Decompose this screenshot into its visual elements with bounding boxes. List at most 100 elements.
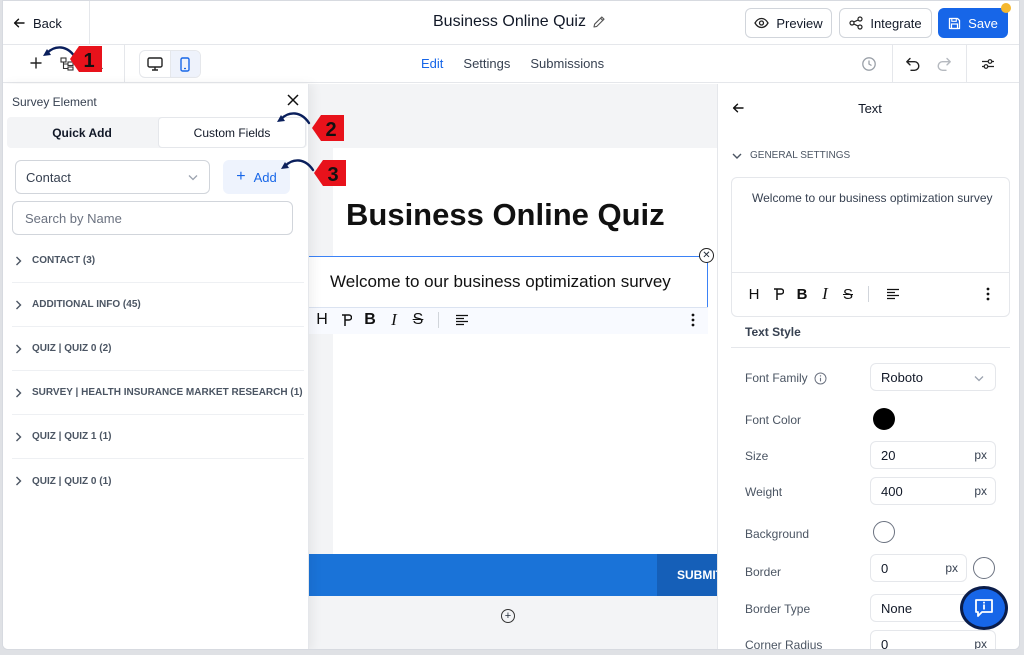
tab-edit[interactable]: Edit <box>421 56 443 71</box>
bold-icon: B <box>796 285 808 303</box>
field-category-select[interactable]: Contact <box>15 160 210 194</box>
redo-icon <box>937 57 951 71</box>
heading-icon: H <box>748 285 760 303</box>
chevron-right-icon <box>12 344 24 354</box>
panel-tabs: Quick Add Custom Fields <box>7 117 307 148</box>
redo-button[interactable] <box>934 54 954 74</box>
border-color-swatch[interactable] <box>973 557 995 579</box>
font-family-select[interactable]: Roboto <box>870 363 996 391</box>
italic-button[interactable]: I <box>816 284 834 304</box>
italic-button[interactable]: I <box>385 310 403 330</box>
kebab-menu-icon <box>986 287 990 301</box>
border-type-label: Border Type <box>745 602 811 616</box>
annotation-badge-3: 3 <box>314 160 346 186</box>
tab-settings[interactable]: Settings <box>463 56 510 71</box>
close-icon: ✕ <box>702 249 711 261</box>
editor-toolbar: Edit Settings Submissions <box>3 45 1019 83</box>
field-group-survey-health[interactable]: SURVEY | HEALTH INSURANCE MARKET RESEARC… <box>12 371 304 415</box>
back-button[interactable]: Back <box>13 9 62 37</box>
bold-button[interactable]: B <box>361 310 379 330</box>
remove-element-button[interactable]: ✕ <box>699 248 714 263</box>
strikethrough-button[interactable]: S <box>839 284 857 304</box>
sliders-icon <box>982 59 994 69</box>
more-options-button[interactable] <box>684 310 702 330</box>
border-input[interactable]: 0 px <box>870 554 967 582</box>
align-left-icon <box>887 288 899 300</box>
style-settings-button[interactable] <box>978 55 998 73</box>
search-input[interactable] <box>12 201 293 235</box>
field-group-quiz-0[interactable]: QUIZ | QUIZ 0 (2) <box>12 327 304 371</box>
background-color-swatch[interactable] <box>873 521 895 543</box>
field-group-contact[interactable]: CONTACT (3) <box>12 239 304 283</box>
back-label: Back <box>33 15 62 31</box>
top-header: Back Business Online Quiz Preview Integr… <box>3 1 1019 45</box>
undo-button[interactable] <box>903 54 923 74</box>
back-button[interactable] <box>732 101 744 119</box>
add-section-button[interactable]: + <box>501 609 515 623</box>
form-title[interactable]: Business Online Quiz <box>433 13 606 31</box>
integrate-button[interactable]: Integrate <box>839 8 932 38</box>
strikethrough-button[interactable]: S <box>409 310 427 330</box>
monitor-icon <box>147 57 163 71</box>
desktop-view-button[interactable] <box>140 51 170 77</box>
paragraph-button[interactable] <box>769 284 787 304</box>
add-label: Add <box>253 169 277 185</box>
tab-submissions[interactable]: Submissions <box>530 56 604 71</box>
font-family-value: Roboto <box>881 369 923 385</box>
badge-number: 1 <box>83 50 94 72</box>
bold-button[interactable]: B <box>793 284 811 304</box>
save-button[interactable]: Save <box>938 8 1008 38</box>
phone-icon <box>180 56 191 72</box>
submit-bar <box>303 554 717 596</box>
text-editor[interactable]: Welcome to our business optimization sur… <box>731 177 1010 317</box>
paragraph-button[interactable] <box>337 310 355 330</box>
editor-tabs: Edit Settings Submissions <box>421 56 604 71</box>
close-panel-button[interactable] <box>287 91 299 109</box>
submit-button[interactable]: SUBMIT <box>657 554 723 596</box>
size-label: Size <box>745 449 769 463</box>
info-icon[interactable] <box>814 372 827 385</box>
quiz-heading[interactable]: Business Online Quiz <box>346 197 665 233</box>
heading-button[interactable]: H <box>313 310 331 330</box>
heading-button[interactable]: H <box>745 284 763 304</box>
corner-radius-input[interactable]: 0 px <box>870 630 996 650</box>
field-group-additional-info[interactable]: ADDITIONAL INFO (45) <box>12 283 304 327</box>
tab-quick-add[interactable]: Quick Add <box>7 117 157 148</box>
editor-content[interactable]: Welcome to our business optimization sur… <box>752 191 993 205</box>
plus-icon: + <box>504 610 512 622</box>
align-button[interactable] <box>884 284 902 304</box>
weight-input[interactable]: 400 px <box>870 477 996 505</box>
undo-icon <box>906 57 920 71</box>
corner-radius-label: Corner Radius <box>745 638 823 650</box>
preview-label: Preview <box>776 15 823 31</box>
properties-panel: Text GENERAL SETTINGS Welcome to our bus… <box>717 84 1019 650</box>
preview-button[interactable]: Preview <box>745 8 832 38</box>
floppy-disk-icon <box>949 17 961 29</box>
font-color-swatch[interactable] <box>873 408 895 430</box>
divider <box>966 45 967 83</box>
help-chat-button[interactable] <box>960 586 1008 630</box>
font-family-label-text: Font Family <box>745 371 808 385</box>
annotation-badge-1: 1 <box>70 46 102 72</box>
divider <box>89 1 90 45</box>
more-options-button[interactable] <box>979 284 997 304</box>
align-button[interactable] <box>453 310 471 330</box>
mobile-view-button[interactable] <box>169 51 200 77</box>
divider <box>732 272 1009 273</box>
select-value: Contact <box>26 169 71 185</box>
unit-label: px <box>974 637 987 650</box>
group-label: CONTACT (3) <box>32 255 96 266</box>
form-title-text: Business Online Quiz <box>433 13 586 30</box>
field-group-quiz-0-b[interactable]: QUIZ | QUIZ 0 (1) <box>12 459 304 503</box>
group-label: ADDITIONAL INFO (45) <box>32 299 141 310</box>
history-button[interactable] <box>860 55 878 73</box>
border-type-value: None <box>881 600 913 616</box>
divider <box>892 45 893 83</box>
kebab-menu-icon <box>691 313 695 327</box>
general-settings-toggle[interactable]: GENERAL SETTINGS <box>732 150 850 161</box>
pencil-icon[interactable] <box>592 15 606 29</box>
welcome-text[interactable]: Welcome to our business optimization sur… <box>330 272 671 292</box>
share-icon <box>849 16 863 30</box>
size-input[interactable]: 20 px <box>870 441 996 469</box>
field-group-quiz-1[interactable]: QUIZ | QUIZ 1 (1) <box>12 415 304 459</box>
